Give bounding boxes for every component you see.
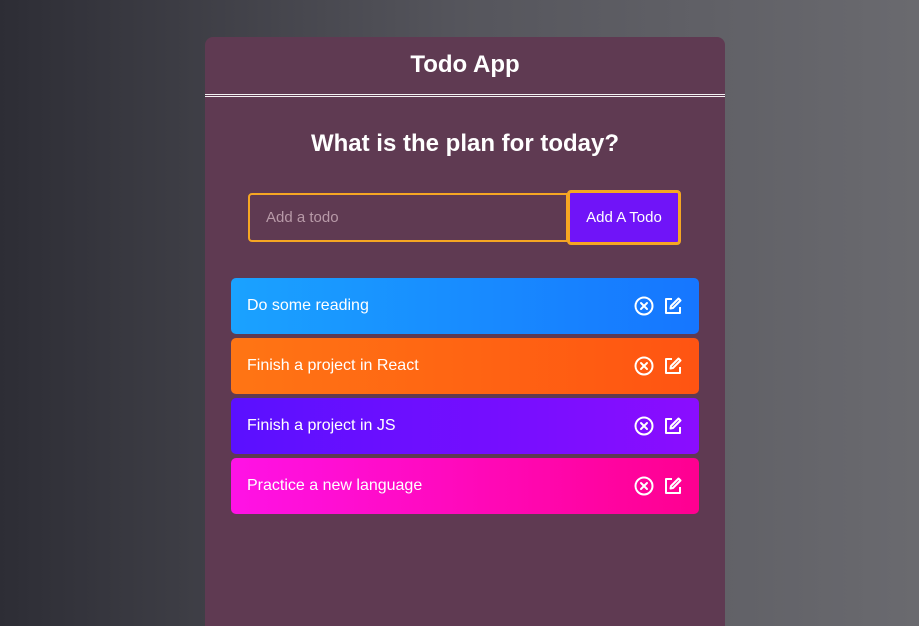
edit-icon[interactable]: [663, 356, 683, 376]
todo-text: Finish a project in React: [247, 357, 419, 374]
todo-text: Finish a project in JS: [247, 417, 396, 434]
todo-actions: [634, 416, 683, 436]
todo-input[interactable]: [248, 193, 568, 242]
close-circle-icon[interactable]: [634, 356, 654, 376]
plan-heading: What is the plan for today?: [310, 130, 619, 157]
edit-icon[interactable]: [663, 296, 683, 316]
todo-list: Do some reading Finish a project in Reac…: [231, 278, 699, 518]
todo-actions: [634, 356, 683, 376]
todo-form: Add A Todo: [248, 190, 681, 245]
todo-app-panel: Todo App What is the plan for today? Add…: [205, 37, 725, 626]
todo-item[interactable]: Practice a new language: [231, 458, 699, 514]
app-header: Todo App: [205, 37, 725, 97]
edit-icon[interactable]: [663, 476, 683, 496]
close-circle-icon[interactable]: [634, 296, 654, 316]
add-todo-button[interactable]: Add A Todo: [567, 190, 681, 245]
app-title: Todo App: [410, 50, 520, 78]
todo-actions: [634, 476, 683, 496]
close-circle-icon[interactable]: [634, 476, 654, 496]
close-circle-icon[interactable]: [634, 416, 654, 436]
edit-icon[interactable]: [663, 416, 683, 436]
todo-actions: [634, 296, 683, 316]
todo-item[interactable]: Do some reading: [231, 278, 699, 334]
todo-text: Practice a new language: [247, 477, 423, 494]
todo-item[interactable]: Finish a project in React: [231, 338, 699, 394]
todo-item[interactable]: Finish a project in JS: [231, 398, 699, 454]
todo-text: Do some reading: [247, 297, 369, 314]
